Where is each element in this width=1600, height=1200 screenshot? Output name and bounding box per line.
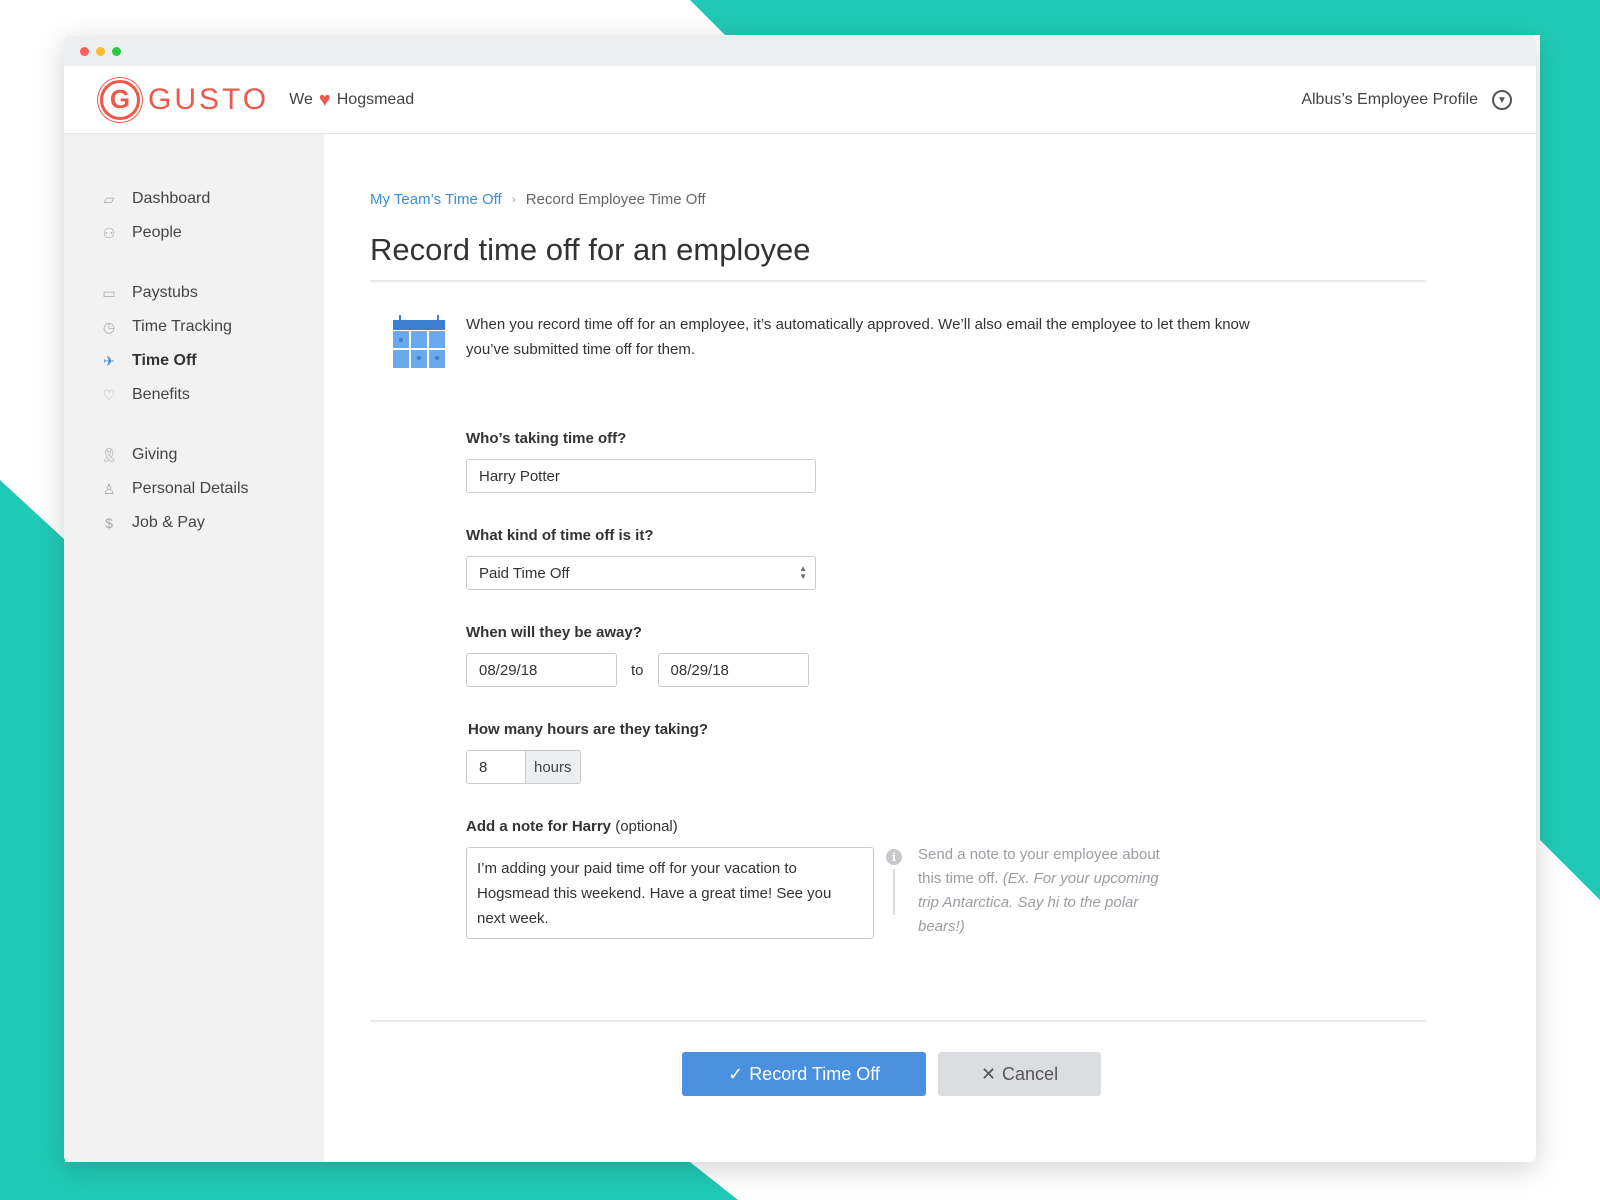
sidebar-item-giving[interactable]: 🎗 Giving — [64, 438, 324, 472]
tagline-prefix: We — [289, 90, 313, 108]
start-date-input[interactable]: 08/29/18 — [466, 653, 617, 687]
sidebar-group-pay: ▭ Paystubs ◷ Time Tracking ✈ Time Off ♡ … — [64, 276, 324, 412]
hours-field: How many hours are they taking? 8 hours — [466, 721, 1536, 784]
note-label: Add a note for Harry (optional) — [466, 818, 1536, 835]
gusto-logo-text: GUSTO — [148, 82, 270, 116]
hint-text: Send a note to your employee about this … — [918, 843, 1168, 939]
people-icon: ⚇ — [102, 224, 116, 241]
maximize-window-button[interactable] — [112, 46, 121, 56]
sidebar-item-label: Personal Details — [132, 480, 249, 497]
time-off-type-select[interactable]: Paid Time Off ▲ ▼ — [466, 556, 816, 590]
calendar-icon — [393, 315, 445, 368]
breadcrumb: My Team’s Time Off › Record Employee Tim… — [370, 186, 1536, 212]
chevron-right-icon: › — [511, 192, 516, 206]
money-icon: ▭ — [102, 284, 116, 301]
sidebar-item-paystubs[interactable]: ▭ Paystubs — [64, 276, 324, 310]
sidebar-item-label: Benefits — [132, 386, 190, 403]
money-bag-icon: $ — [105, 515, 113, 531]
sidebar-item-label: Dashboard — [132, 190, 211, 207]
sidebar-item-benefits[interactable]: ♡ Benefits — [64, 378, 324, 412]
sidebar-item-label: Time Off — [132, 352, 197, 369]
record-time-off-button[interactable]: ✓ Record Time Off — [682, 1052, 926, 1096]
sidebar-group-personal: 🎗 Giving ♙ Personal Details $ Job & Pay — [64, 438, 324, 540]
note-optional-tag: (optional) — [615, 818, 678, 835]
profile-menu[interactable]: Albus’s Employee Profile ▼ — [1301, 66, 1512, 134]
sidebar-item-dashboard[interactable]: ▱ Dashboard — [64, 182, 324, 216]
employee-field: Who’s taking time off? Harry Potter — [466, 430, 1536, 493]
sidebar-item-personal-details[interactable]: ♙ Personal Details — [64, 472, 324, 506]
hours-unit-addon: hours — [526, 750, 581, 784]
employee-input[interactable]: Harry Potter — [466, 459, 816, 493]
employee-field-label: Who’s taking time off? — [466, 430, 627, 447]
profile-label: Albus’s Employee Profile — [1301, 91, 1478, 108]
time-off-type-field: What kind of time off is it? Paid Time O… — [466, 527, 1536, 590]
info-text: When you record time off for an employee… — [466, 316, 1250, 358]
chevron-down-icon[interactable]: ▼ — [1492, 90, 1512, 110]
record-time-off-label: Record Time Off — [749, 1063, 880, 1084]
hours-input[interactable]: 8 — [466, 750, 526, 784]
sidebar-item-label: Paystubs — [132, 284, 198, 301]
time-off-type-value: Paid Time Off — [479, 564, 570, 582]
sidebar-item-time-tracking[interactable]: ◷ Time Tracking — [64, 310, 324, 344]
close-window-button[interactable] — [80, 46, 89, 56]
info-callout: When you record time off for an employee… — [370, 314, 1536, 368]
close-icon: ✕ — [980, 1063, 997, 1084]
time-off-type-label: What kind of time off is it? — [466, 527, 654, 544]
main-content: My Team’s Time Off › Record Employee Tim… — [324, 134, 1536, 1162]
select-arrows-icon: ▲ ▼ — [799, 564, 807, 581]
clock-icon: ◷ — [102, 318, 116, 335]
gusto-logo-mark: G — [100, 79, 140, 120]
hours-label: How many hours are they taking? — [468, 721, 709, 738]
sidebar-item-label: People — [132, 224, 182, 241]
note-label-text: Add a note for Harry — [466, 818, 612, 835]
footer-divider — [370, 1020, 1426, 1022]
person-icon: ♙ — [102, 480, 116, 497]
company-tagline: We ♥ Hogsmead — [289, 90, 414, 110]
form-actions: ✓ Record Time Off ✕ Cancel — [682, 1052, 1101, 1096]
sidebar-item-time-off[interactable]: ✈ Time Off — [64, 344, 324, 378]
date-range-separator: to — [631, 661, 644, 679]
minimize-window-button[interactable] — [96, 46, 105, 56]
company-name: Hogsmead — [336, 90, 415, 108]
heart-icon: ♥ — [318, 88, 331, 111]
sidebar-group-main: ▱ Dashboard ⚇ People — [64, 182, 324, 250]
cancel-label: Cancel — [1002, 1063, 1059, 1084]
heart-outline-icon: ♡ — [102, 386, 116, 403]
gusto-logo[interactable]: G GUSTO — [100, 79, 270, 120]
sidebar-item-people[interactable]: ⚇ People — [64, 216, 324, 250]
note-hint: i Send a note to your employee about thi… — [886, 846, 1168, 939]
page-title: Record time off for an employee — [370, 232, 811, 267]
breadcrumb-link-team-time-off[interactable]: My Team’s Time Off — [370, 191, 502, 208]
window-chrome — [64, 36, 1536, 66]
sidebar: ▱ Dashboard ⚇ People ▭ Paystubs ◷ Time T… — [64, 134, 324, 1162]
browser-window: G GUSTO We ♥ Hogsmead Albus’s Employee P… — [64, 36, 1536, 1162]
breadcrumb-current: Record Employee Time Off — [525, 190, 706, 208]
note-field: Add a note for Harry (optional) I’m addi… — [466, 818, 1536, 939]
ribbon-icon: 🎗 — [100, 446, 118, 463]
sidebar-item-label: Time Tracking — [132, 318, 232, 335]
time-off-form: Who’s taking time off? Harry Potter What… — [466, 430, 1536, 939]
info-icon: i — [886, 849, 902, 865]
title-divider — [370, 280, 1426, 282]
dates-field: When will they be away? 08/29/18 to 08/2… — [466, 624, 1536, 687]
top-navigation: G GUSTO We ♥ Hogsmead Albus’s Employee P… — [64, 66, 1536, 134]
check-icon: ✓ — [728, 1063, 744, 1084]
end-date-input[interactable]: 08/29/18 — [657, 653, 809, 687]
sidebar-item-label: Giving — [132, 446, 178, 463]
dates-label: When will they be away? — [466, 624, 642, 641]
sidebar-item-label: Job & Pay — [132, 514, 205, 531]
hint-divider — [893, 869, 895, 915]
sidebar-item-job-pay[interactable]: $ Job & Pay — [64, 506, 324, 540]
cancel-button[interactable]: ✕ Cancel — [938, 1052, 1101, 1096]
note-textarea[interactable]: I’m adding your paid time off for your v… — [466, 847, 874, 939]
dashboard-icon: ▱ — [103, 190, 115, 207]
plane-icon: ✈ — [103, 352, 115, 369]
